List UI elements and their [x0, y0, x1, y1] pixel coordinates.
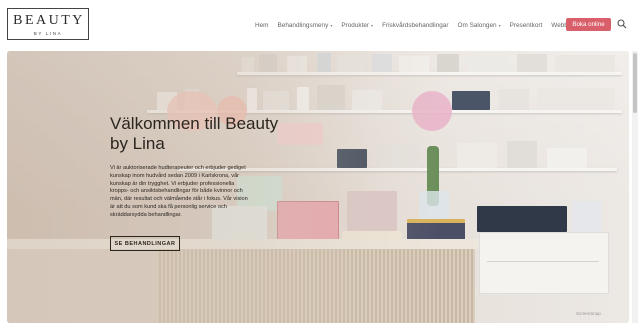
- main-nav: Hem Behandlingsmeny ▾ Produkter ▾ Friskv…: [255, 18, 591, 32]
- nav-item-hem[interactable]: Hem: [255, 22, 269, 29]
- hero-title: Välkommen till Beauty by Lina: [110, 114, 279, 153]
- search-icon[interactable]: [617, 19, 627, 29]
- see-treatments-button[interactable]: SE BEHANDLINGAR: [110, 236, 180, 251]
- nav-label: Hem: [255, 21, 269, 29]
- logo-name: BEAUTY: [13, 13, 85, 28]
- site-header: BEAUTY BY LINA Hem Behandlingsmeny ▾ Pro…: [0, 0, 640, 50]
- site-logo[interactable]: BEAUTY BY LINA: [7, 8, 89, 40]
- logo-sub: BY LINA: [33, 31, 63, 36]
- scrollbar-thumb[interactable]: [633, 53, 637, 113]
- book-online-button[interactable]: Boka online: [566, 18, 611, 31]
- watermark-badge: ScreenSnap: [576, 311, 601, 316]
- nav-item-produkter[interactable]: Produkter ▾: [341, 22, 373, 29]
- nav-item-friskvard[interactable]: Friskvårdsbehandlingar: [382, 22, 448, 29]
- nav-item-presentkort[interactable]: Presentkort: [510, 22, 543, 29]
- page-scrollbar[interactable]: [632, 51, 638, 323]
- nav-label: Friskvårdsbehandlingar: [382, 21, 449, 29]
- hero-text: Vi är auktoriserade hudterapeuter och er…: [110, 165, 248, 218]
- hero-overlay: [7, 51, 629, 323]
- nav-label: Behandlingsmeny: [277, 21, 329, 29]
- nav-item-behandlingsmeny[interactable]: Behandlingsmeny ▾: [278, 22, 333, 29]
- hero-banner: Välkommen till Beauty by Lina Vi är aukt…: [7, 51, 629, 323]
- nav-label: Om Salongen: [457, 21, 497, 29]
- chevron-down-icon: ▾: [371, 22, 374, 28]
- nav-item-om-salongen[interactable]: Om Salongen ▾: [458, 22, 501, 29]
- chevron-down-icon: ▾: [330, 22, 333, 28]
- nav-label: Presentkort: [509, 21, 543, 29]
- nav-label: Produkter: [341, 21, 370, 29]
- chevron-down-icon: ▾: [498, 22, 501, 28]
